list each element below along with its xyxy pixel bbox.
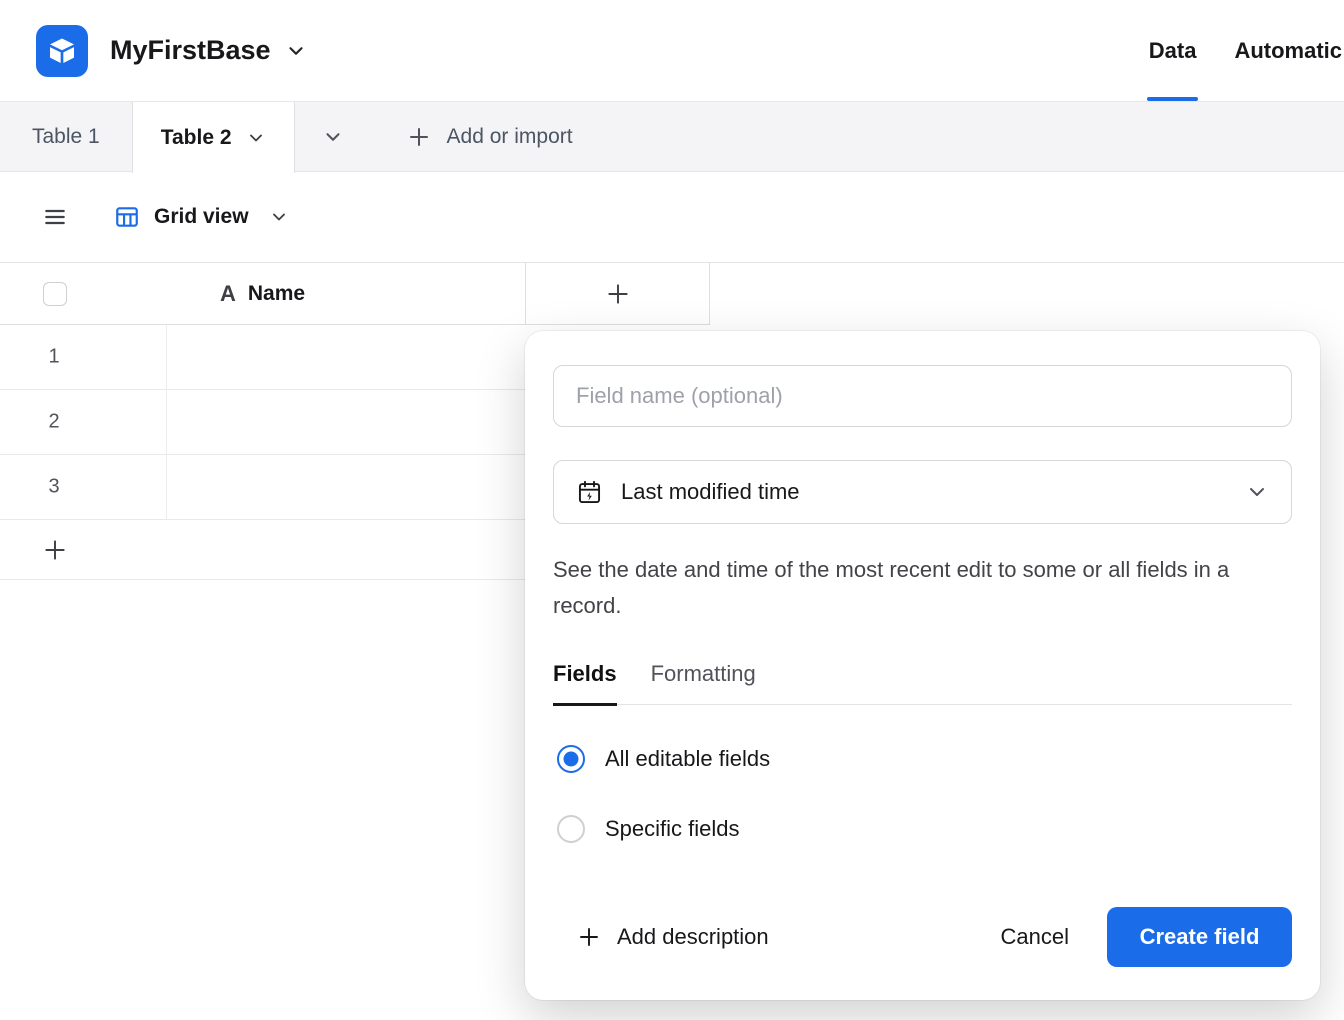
calendar-edit-icon bbox=[576, 479, 603, 506]
plus-icon bbox=[42, 537, 68, 563]
column-divider bbox=[166, 325, 167, 520]
plus-icon bbox=[577, 925, 601, 949]
row-number: 1 bbox=[40, 346, 68, 369]
option-specific-fields[interactable]: Specific fields bbox=[557, 815, 740, 843]
radio-unselected-icon[interactable] bbox=[557, 815, 585, 843]
tab-table-1[interactable]: Table 1 bbox=[0, 102, 132, 172]
create-field-button[interactable]: Create field bbox=[1107, 907, 1292, 967]
table-menu-chevron-icon bbox=[246, 128, 266, 148]
tab-table-2[interactable]: Table 2 bbox=[132, 102, 295, 173]
app-logo[interactable] bbox=[36, 25, 88, 77]
tab-formatting[interactable]: Formatting bbox=[651, 661, 756, 704]
create-field-modal: Last modified time See the date and time… bbox=[525, 331, 1320, 1000]
field-type-label: Last modified time bbox=[621, 479, 800, 505]
modal-tabs: Fields Formatting bbox=[553, 661, 1292, 705]
radio-selected-icon[interactable] bbox=[557, 745, 585, 773]
chevron-down-icon bbox=[322, 126, 344, 148]
add-row-button[interactable] bbox=[0, 520, 526, 580]
add-description-button[interactable]: Add description bbox=[577, 924, 769, 950]
row-number: 2 bbox=[40, 411, 68, 434]
row-number: 3 bbox=[40, 476, 68, 499]
view-switcher[interactable]: Grid view bbox=[114, 204, 289, 230]
select-all-checkbox[interactable] bbox=[43, 282, 67, 306]
table-row[interactable]: 2 bbox=[0, 390, 526, 455]
modal-footer: Add description Cancel Create field bbox=[553, 906, 1292, 968]
header-nav: Data Automatic bbox=[1147, 0, 1344, 101]
add-field-button[interactable] bbox=[526, 263, 710, 325]
views-menu-button[interactable] bbox=[42, 204, 68, 230]
nav-tab-automation[interactable]: Automatic bbox=[1232, 0, 1344, 101]
table-tab-bar: Table 1 Table 2 Add or import bbox=[0, 102, 1344, 172]
view-toolbar: Grid view bbox=[0, 172, 1344, 263]
option-all-editable-fields[interactable]: All editable fields bbox=[557, 745, 770, 773]
chevron-down-icon bbox=[269, 207, 289, 227]
plus-icon bbox=[605, 281, 631, 307]
logo-cube-icon bbox=[46, 35, 78, 67]
tab-fields[interactable]: Fields bbox=[553, 661, 617, 706]
field-name-input[interactable] bbox=[553, 365, 1292, 427]
view-name: Grid view bbox=[154, 205, 249, 229]
chevron-down-icon bbox=[1245, 480, 1269, 504]
hamburger-icon bbox=[42, 204, 68, 230]
field-type-select[interactable]: Last modified time bbox=[553, 460, 1292, 524]
column-header-name[interactable]: A Name bbox=[0, 263, 526, 325]
chevron-down-icon bbox=[285, 40, 307, 62]
row-list: 1 2 3 bbox=[0, 325, 526, 580]
grid-view-icon bbox=[114, 204, 140, 230]
nav-tab-data[interactable]: Data bbox=[1147, 0, 1199, 101]
base-name: MyFirstBase bbox=[110, 35, 271, 66]
text-field-icon: A bbox=[220, 281, 236, 307]
table-row[interactable]: 3 bbox=[0, 455, 526, 520]
base-menu[interactable]: MyFirstBase bbox=[110, 35, 307, 66]
table-row[interactable]: 1 bbox=[0, 325, 526, 390]
cancel-button[interactable]: Cancel bbox=[977, 907, 1093, 967]
app: MyFirstBase Data Automatic Table 1 Table… bbox=[0, 0, 1344, 1020]
tables-dropdown-button[interactable] bbox=[295, 102, 371, 172]
add-or-import-button[interactable]: Add or import bbox=[407, 102, 573, 172]
plus-icon bbox=[407, 125, 431, 149]
field-type-description: See the date and time of the most recent… bbox=[553, 552, 1253, 624]
app-header: MyFirstBase Data Automatic bbox=[0, 0, 1344, 102]
